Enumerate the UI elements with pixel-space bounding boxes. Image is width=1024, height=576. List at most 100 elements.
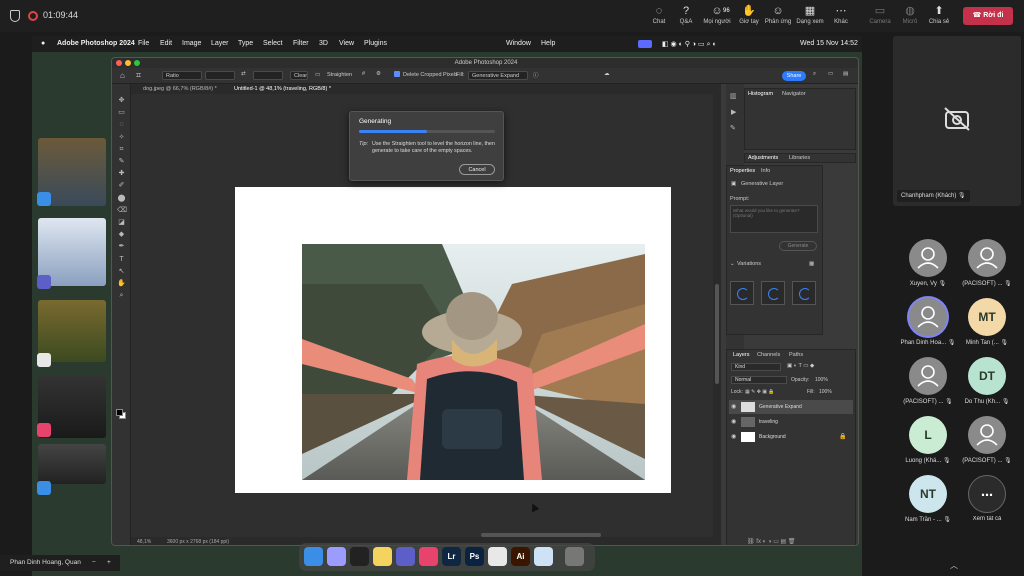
participant-avatar[interactable] (968, 239, 1006, 277)
document-canvas[interactable] (235, 187, 671, 493)
cancel-button[interactable]: Cancel (459, 164, 495, 175)
info-icon[interactable]: ⓘ (533, 71, 539, 79)
menu-help[interactable]: Help (541, 40, 555, 47)
tab-channels[interactable]: Channels (757, 352, 780, 358)
history-icon[interactable]: ▥ (730, 92, 737, 100)
terminal-icon[interactable] (350, 547, 369, 566)
share-button[interactable]: Share (782, 71, 806, 81)
trash-icon[interactable] (565, 547, 584, 566)
gear-icon[interactable]: ⚙ (376, 71, 381, 77)
delete-cropped-checkbox[interactable] (394, 71, 400, 77)
eraser-tool-icon[interactable]: ⌫ (117, 207, 127, 215)
play-icon[interactable]: ▶ (731, 108, 736, 116)
brush-settings-icon[interactable]: ✎ (730, 124, 736, 132)
participant-avatar[interactable]: NT (909, 475, 947, 513)
workspace-icon[interactable]: ▭ (828, 71, 833, 77)
menu-3d[interactable]: 3D (319, 40, 328, 47)
tab-info[interactable]: Info (761, 168, 770, 174)
type-tool-icon[interactable]: T (117, 256, 126, 264)
react-button[interactable]: ☺ Phản ứng (761, 4, 795, 30)
straighten-button[interactable]: Straighten (327, 72, 352, 78)
menu-type[interactable]: Type (238, 40, 253, 47)
creative-cloud-icon[interactable] (419, 547, 438, 566)
eyedropper-tool-icon[interactable]: ✎ (117, 158, 126, 166)
crop-tool-icon[interactable]: ⌗ (136, 70, 141, 81)
lock-icon[interactable]: 🔒 (839, 433, 846, 440)
crop-tool-icon[interactable]: ⌗ (117, 146, 126, 154)
swap-icon[interactable]: ⇄ (241, 71, 246, 77)
move-tool-icon[interactable]: ✥ (117, 97, 126, 105)
view-all-button[interactable]: ⋯ (968, 475, 1006, 513)
status-icons[interactable]: ◧ ◉ ◐ ⚲ ◑ ▭ ⌕ ◐ (662, 40, 717, 49)
maximize-icon[interactable] (134, 60, 140, 66)
chrome-icon[interactable] (488, 547, 507, 566)
people-button[interactable]: ☺ 96 Mọi người (700, 4, 734, 30)
tab-navigator[interactable]: Navigator (782, 91, 806, 97)
brush-tool-icon[interactable]: ✐ (117, 182, 126, 190)
minimize-icon[interactable] (125, 60, 131, 66)
chevron-down-icon[interactable]: ⌄ (730, 261, 735, 267)
more-button[interactable]: ⋯ Khác (824, 4, 858, 30)
panel-icon[interactable]: ▤ (843, 71, 848, 77)
path-select-tool-icon[interactable]: ↖ (117, 268, 126, 276)
illustrator-icon[interactable]: Ai (511, 547, 530, 566)
camera-tile[interactable]: Chanhpham (Khách) 🎙 (893, 36, 1021, 206)
menu-plugins[interactable]: Plugins (364, 40, 387, 47)
cloud-icon[interactable]: ☁ (604, 71, 610, 77)
menu-edit[interactable]: Edit (160, 40, 172, 47)
launchpad-icon[interactable] (327, 547, 346, 566)
layer-footer-icons[interactable]: ⛓ fx ◐ ◑ ▭ ▤ 🗑 (747, 538, 796, 545)
apple-icon[interactable]: ● (41, 40, 45, 47)
healing-tool-icon[interactable]: ✚ (117, 170, 126, 178)
marquee-tool-icon[interactable]: ▭ (117, 109, 126, 117)
gradient-tool-icon[interactable]: ◪ (117, 219, 126, 227)
tab-untitled[interactable]: Untitled-1 @ 48,1% (traveling, RGB/8) * (234, 86, 331, 92)
share-button[interactable]: ⬆ Chia sẻ (922, 4, 956, 30)
layer-row[interactable]: ◉ Background 🔒 (729, 430, 853, 444)
tab-properties[interactable]: Properties (730, 168, 755, 174)
prompt-input[interactable]: What would you like to generate? (Option… (730, 205, 818, 233)
ratio-select[interactable]: Ratio (162, 71, 202, 80)
participant-avatar[interactable]: MT (968, 298, 1006, 336)
zoom-out-icon[interactable]: − (92, 555, 96, 571)
tab-adjustments[interactable]: Adjustments (748, 155, 778, 161)
vertical-scrollbar[interactable] (713, 94, 721, 537)
variation-thumbnail[interactable] (792, 281, 816, 305)
blend-mode-select[interactable]: Normal (731, 376, 787, 384)
generate-button[interactable]: Generate (779, 241, 817, 251)
menu-filter[interactable]: Filter (293, 40, 309, 47)
notes-icon[interactable] (373, 547, 392, 566)
menu-window[interactable]: Window (506, 40, 531, 47)
participant-avatar[interactable] (968, 416, 1006, 454)
menu-file[interactable]: File (138, 40, 149, 47)
grid-view-icon[interactable]: ▦ (809, 261, 814, 267)
participant-avatar[interactable] (909, 239, 947, 277)
menu-image[interactable]: Image (182, 40, 201, 47)
zoom-level[interactable]: 48,1% (137, 539, 151, 545)
layer-row[interactable]: ◉ traveling (729, 415, 853, 429)
teams-icon[interactable] (396, 547, 415, 566)
preview-icon[interactable] (534, 547, 553, 566)
zoom-tool-icon[interactable]: ⌕ (117, 292, 126, 300)
clear-button[interactable]: Clear (290, 71, 308, 80)
desktop-thumbnail[interactable] (38, 444, 106, 484)
width-field[interactable] (205, 71, 235, 80)
menu-app[interactable]: Adobe Photoshop 2024 (57, 40, 135, 47)
menu-select[interactable]: Select (263, 40, 282, 47)
leave-button[interactable]: ☎ Rời đi (963, 7, 1013, 25)
participant-avatar[interactable] (909, 357, 947, 395)
participant-avatar[interactable]: DT (968, 357, 1006, 395)
variation-thumbnail[interactable] (761, 281, 785, 305)
photoshop-icon[interactable]: Ps (465, 547, 484, 566)
eye-icon[interactable]: ◉ (731, 418, 736, 425)
filter-icons[interactable]: ▣ ◐ T ▭ ◆ (787, 363, 814, 369)
opacity-value[interactable]: 100% (815, 377, 828, 383)
home-icon[interactable]: ⌂ (120, 71, 125, 80)
straighten-icon[interactable]: ▭ (315, 72, 320, 78)
layer-row[interactable]: ◉ Generative Expand (729, 400, 853, 414)
tab-libraries[interactable]: Libraries (789, 155, 810, 161)
layer-filter-select[interactable]: Kind (731, 363, 781, 371)
lasso-tool-icon[interactable]: ◌ (117, 121, 126, 129)
participant-avatar[interactable] (909, 298, 947, 336)
status-icon[interactable] (638, 40, 652, 48)
